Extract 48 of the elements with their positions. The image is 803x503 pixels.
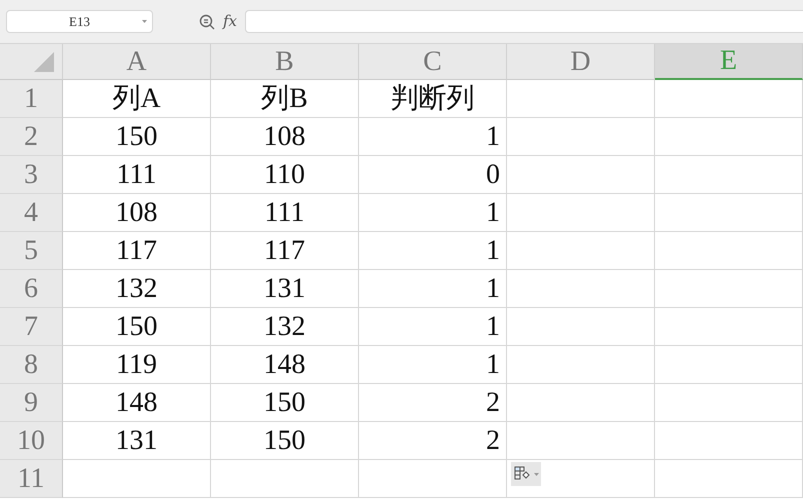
row-header[interactable]: 7 — [0, 308, 63, 346]
row-header[interactable]: 6 — [0, 270, 63, 308]
table-cell: 108 — [63, 194, 211, 232]
table-cell: 131 — [211, 270, 359, 308]
table-cell: 150 — [211, 384, 359, 422]
table-cell: 1 — [359, 232, 507, 270]
table-cell: 判断列 — [359, 80, 507, 118]
row-header[interactable]: 5 — [0, 232, 63, 270]
table-cell: 131 — [63, 422, 211, 460]
row-header[interactable]: 9 — [0, 384, 63, 422]
table-cell: 111 — [63, 156, 211, 194]
table-cell: 110 — [211, 156, 359, 194]
table-cell: 132 — [63, 270, 211, 308]
table-cell: 1 — [359, 270, 507, 308]
row-header[interactable]: 4 — [0, 194, 63, 232]
table-cell: 2 — [359, 422, 507, 460]
table-cell: 119 — [63, 346, 211, 384]
column-header[interactable]: D — [507, 44, 655, 80]
table-cell: 1 — [359, 346, 507, 384]
column-header[interactable]: C — [359, 44, 507, 80]
table-cell: 148 — [211, 346, 359, 384]
table-cell: 1 — [359, 308, 507, 346]
table-cell: 1 — [359, 194, 507, 232]
row-header[interactable]: 10 — [0, 422, 63, 460]
table-cell: 111 — [211, 194, 359, 232]
row-header[interactable]: 1 — [0, 80, 63, 118]
row-header[interactable]: 8 — [0, 346, 63, 384]
column-header[interactable]: E — [655, 44, 803, 80]
column-header[interactable]: A — [63, 44, 211, 80]
table-cell: 0 — [359, 156, 507, 194]
table-cell: 108 — [211, 118, 359, 156]
table-cell: 132 — [211, 308, 359, 346]
column-header[interactable]: B — [211, 44, 359, 80]
table-cell: 1 — [359, 118, 507, 156]
table-cell: 150 — [63, 118, 211, 156]
row-header[interactable]: 3 — [0, 156, 63, 194]
table-cell: 117 — [211, 232, 359, 270]
function-label[interactable]: fx — [223, 10, 238, 33]
row-header[interactable]: 2 — [0, 118, 63, 156]
table-cell: 117 — [63, 232, 211, 270]
table-cell: 150 — [211, 422, 359, 460]
table-cell: 150 — [63, 308, 211, 346]
table-cell: 148 — [63, 384, 211, 422]
table-cell: 2 — [359, 384, 507, 422]
table-cell: 列B — [211, 80, 359, 118]
row-header[interactable]: 11 — [0, 460, 63, 498]
name-box[interactable]: E13 — [6, 10, 153, 33]
table-cell: 列A — [63, 80, 211, 118]
